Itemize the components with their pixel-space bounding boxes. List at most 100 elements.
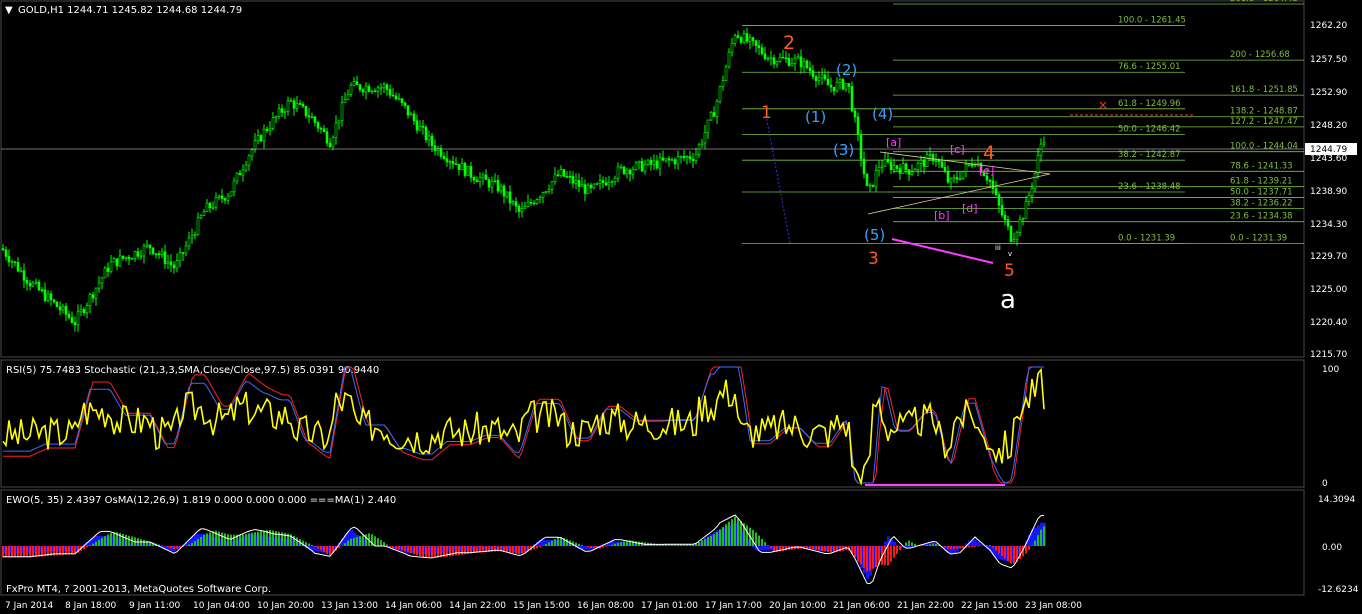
ewo-bar <box>752 529 754 546</box>
candle-body <box>544 191 548 193</box>
ewo-bar <box>623 541 625 546</box>
ewo-bar <box>737 518 739 546</box>
price-tick: 1225.00 <box>1310 285 1347 295</box>
ewo-bar <box>857 546 859 561</box>
ewo-bar <box>557 537 559 546</box>
ewo-bar <box>719 529 721 546</box>
candle-body <box>523 206 527 209</box>
wave-blue-2: (2) <box>836 61 857 79</box>
ewo-bar <box>191 542 193 546</box>
ewo-bar <box>758 535 760 546</box>
osma-bar <box>908 546 911 548</box>
ewo-bar <box>833 546 835 553</box>
ewo-bar <box>812 546 814 550</box>
osma-bar <box>977 542 980 546</box>
candle-body <box>628 169 632 175</box>
ewo-bar <box>962 546 964 549</box>
ewo-bar <box>23 546 25 558</box>
ewo-bar <box>230 534 232 546</box>
candle-body <box>67 314 71 318</box>
ewo-panel-title: EWO(5, 35) 2.4397 OsMA(12,26,9) 1.819 0.… <box>6 495 396 506</box>
ewo-bar <box>413 546 415 555</box>
time-tick: 21 Jan 06:00 <box>833 601 890 611</box>
candle-body <box>598 180 602 184</box>
ewo-bar <box>5 546 7 558</box>
ewo-bar <box>452 546 454 556</box>
ewo-bar <box>635 541 637 546</box>
candle-body <box>364 86 368 93</box>
candle-body <box>202 211 206 216</box>
ewo-bar <box>272 530 274 546</box>
candle-body <box>451 161 455 165</box>
price-tick: 1215.70 <box>1310 350 1347 360</box>
ewo-bar <box>254 532 256 546</box>
wave-mag-d: [d] <box>962 202 978 215</box>
candle-body <box>1 248 5 251</box>
candle-body <box>817 77 821 81</box>
wave-mag-b: [b] <box>934 209 950 222</box>
candle-body <box>721 80 725 87</box>
ewo-bar <box>1037 535 1039 546</box>
candle-body <box>994 188 998 195</box>
ewo-bar <box>8 546 10 558</box>
candle-body <box>172 264 176 269</box>
ewo-bar <box>935 543 937 546</box>
ewo-bar <box>356 536 358 546</box>
candle-body <box>826 78 830 86</box>
ewo-bar <box>551 540 553 546</box>
candle-body <box>577 180 581 187</box>
ewo-bar <box>308 543 310 546</box>
candle-body <box>568 176 572 178</box>
candle-body <box>562 169 566 177</box>
ewo-bar <box>959 546 961 549</box>
candle-body <box>661 157 665 161</box>
candle-body <box>415 120 419 131</box>
time-tick: 22 Jan 15:00 <box>961 601 1018 611</box>
candle-body <box>937 159 941 163</box>
candle-body <box>250 149 254 157</box>
ewo-bar <box>107 534 109 546</box>
ewo-bar <box>626 540 628 546</box>
candle-body <box>748 37 752 42</box>
candle-body <box>367 86 371 92</box>
candle-body <box>490 181 494 188</box>
candle-body <box>292 100 296 109</box>
osma-bar <box>752 546 755 548</box>
fib-label-right: 38.2 - 1236.22 <box>1230 198 1293 208</box>
candle-body <box>832 86 836 92</box>
candle-body <box>310 116 314 119</box>
candle-body <box>316 122 320 129</box>
candle-body <box>181 252 185 254</box>
osma-bar <box>767 546 770 551</box>
ewo-bar <box>32 546 34 558</box>
ewo-bar <box>872 546 874 569</box>
candle-body <box>73 322 77 326</box>
candle-body <box>712 112 716 117</box>
fib-label-left: 100.0 - 1261.45 <box>1118 16 1186 26</box>
wave-blue-5: (5) <box>864 226 885 244</box>
candle-body <box>676 156 680 165</box>
ewo-bar <box>620 542 622 546</box>
candle-body <box>166 261 170 264</box>
ewo-bar <box>437 546 439 558</box>
mt4-chart[interactable]: 100.0 - 1261.45 76.6 - 1255.01 61.8 - 1249… <box>0 0 1362 614</box>
ewo-bar <box>296 537 298 546</box>
candle-body <box>916 163 920 170</box>
candle-body <box>7 256 11 263</box>
ewo-bar <box>929 544 931 546</box>
wave-blue-4: (4) <box>872 105 893 123</box>
ewo-bar <box>242 534 244 546</box>
ewo-bar <box>707 537 709 546</box>
ewo-bar <box>29 546 31 558</box>
ewo-bar <box>893 546 895 558</box>
candle-body <box>22 270 26 281</box>
ewo-bar <box>458 546 460 556</box>
ewo-bar <box>539 546 541 548</box>
ewo-bar <box>578 543 580 546</box>
price-tick: 1229.70 <box>1310 252 1347 262</box>
window-menu-icon[interactable]: ▼ <box>5 5 13 16</box>
candle-body <box>955 177 959 180</box>
candle-body <box>115 258 119 267</box>
ewo-bar <box>278 531 280 546</box>
ewo-bar <box>767 545 769 546</box>
